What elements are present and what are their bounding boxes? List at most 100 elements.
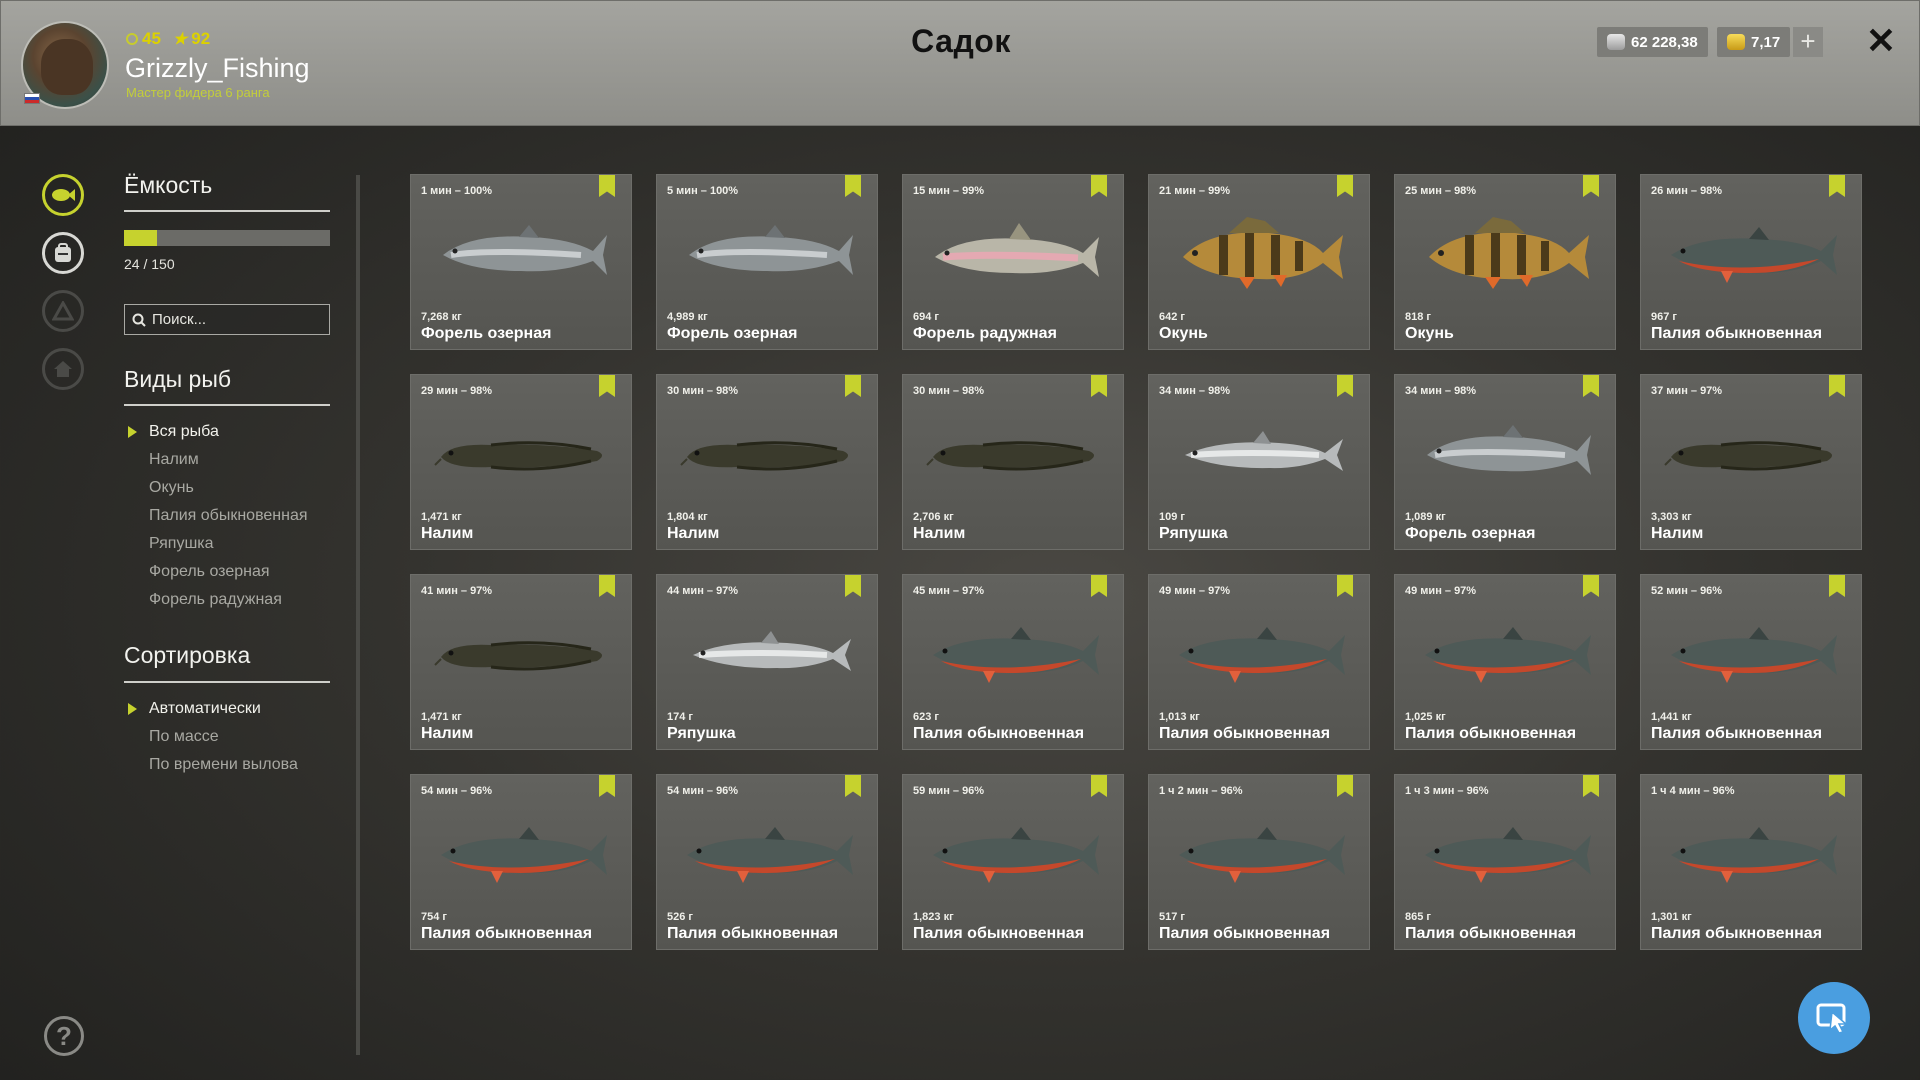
fish-card[interactable]: 54 мин – 96% 754 г Палия обыкновенная xyxy=(410,774,632,950)
fish-icon xyxy=(52,189,75,201)
bookmark-icon[interactable] xyxy=(1091,575,1107,597)
fish-name: Палия обыкновенная xyxy=(913,925,1085,942)
fish-card[interactable]: 49 мин – 97% 1,025 кг Палия обыкновенная xyxy=(1394,574,1616,750)
search-icon xyxy=(132,313,146,327)
bookmark-icon[interactable] xyxy=(1829,575,1845,597)
fish-card[interactable]: 41 мин – 97% 1,471 кг Налим xyxy=(410,574,632,750)
species-item[interactable]: Форель озерная xyxy=(124,558,308,586)
fish-card[interactable]: 44 мин – 97% 174 г Ряпушка xyxy=(656,574,878,750)
species-item[interactable]: Палия обыкновенная xyxy=(124,502,308,530)
capacity-count: 24 / 150 xyxy=(124,256,175,272)
fish-grid: 1 мин – 100% 7,268 кг Форель озерная 5 мин … xyxy=(410,174,1862,950)
catch-time: 15 мин – 99% xyxy=(913,185,985,197)
bookmark-icon[interactable] xyxy=(1583,575,1599,597)
species-item[interactable]: Налим xyxy=(124,446,308,474)
help-button[interactable]: ? xyxy=(44,1016,84,1056)
sort-item[interactable]: По массе xyxy=(124,723,298,751)
fish-name: Палия обыкновенная xyxy=(1405,725,1577,742)
fish-card[interactable]: 1 ч 3 мин – 96% 865 г Палия обыкновенная xyxy=(1394,774,1616,950)
fish-weight: 642 г xyxy=(1159,311,1185,323)
fish-card[interactable]: 49 мин – 97% 1,013 кг Палия обыкновенная xyxy=(1148,574,1370,750)
fish-card[interactable]: 52 мин – 96% 1,441 кг Палия обыкновенная xyxy=(1640,574,1862,750)
close-button[interactable]: ✕ xyxy=(1863,21,1899,61)
search-input[interactable]: Поиск... xyxy=(124,304,330,335)
species-item[interactable]: Вся рыба xyxy=(124,418,308,446)
bookmark-icon[interactable] xyxy=(845,375,861,397)
species-item[interactable]: Ряпушка xyxy=(124,530,308,558)
bookmark-icon[interactable] xyxy=(1829,775,1845,797)
species-item[interactable]: Форель радужная xyxy=(124,586,308,614)
add-currency-button[interactable]: + xyxy=(1793,27,1823,57)
fish-card[interactable]: 5 мин – 100% 4,989 кг Форель озерная xyxy=(656,174,878,350)
bookmark-icon[interactable] xyxy=(845,575,861,597)
bookmark-icon[interactable] xyxy=(845,775,861,797)
fish-weight: 1,471 кг xyxy=(421,511,462,523)
bookmark-icon[interactable] xyxy=(1337,375,1353,397)
bookmark-icon[interactable] xyxy=(1091,775,1107,797)
capacity-title: Ёмкость xyxy=(124,172,213,198)
fish-card[interactable]: 45 мин – 97% 623 г Палия обыкновенная xyxy=(902,574,1124,750)
fish-card[interactable]: 59 мин – 96% 1,823 кг Палия обыкновенная xyxy=(902,774,1124,950)
bookmark-icon[interactable] xyxy=(1337,575,1353,597)
bookmark-icon[interactable] xyxy=(599,775,615,797)
fish-card[interactable]: 34 мин – 98% 109 г Ряпушка xyxy=(1148,374,1370,550)
bookmark-icon[interactable] xyxy=(599,175,615,197)
fish-name: Налим xyxy=(421,725,474,742)
species-filter-list: Вся рыба Налим Окунь Палия обыкновенная Ряпу… xyxy=(124,418,308,614)
fish-card[interactable]: 30 мин – 98% 2,706 кг Налим xyxy=(902,374,1124,550)
bookmark-icon[interactable] xyxy=(845,175,861,197)
species-item[interactable]: Окунь xyxy=(124,474,308,502)
bookmark-icon[interactable] xyxy=(1583,375,1599,397)
cursor-mode-button[interactable] xyxy=(1798,982,1870,1054)
sort-item[interactable]: По времени вылова xyxy=(124,751,298,779)
tent-icon xyxy=(52,301,74,321)
fish-card[interactable]: 25 мин – 98% 818 г Окунь xyxy=(1394,174,1616,350)
bookmark-icon[interactable] xyxy=(1091,175,1107,197)
catch-time: 25 мин – 98% xyxy=(1405,185,1477,197)
fish-weight: 694 г xyxy=(913,311,939,323)
capacity-bar xyxy=(124,230,330,246)
divider xyxy=(124,404,330,406)
fish-card[interactable]: 21 мин – 99% 642 г Окунь xyxy=(1148,174,1370,350)
catch-time: 1 ч 2 мин – 96% xyxy=(1159,785,1243,797)
bookmark-icon[interactable] xyxy=(599,575,615,597)
fish-name: Палия обыкновенная xyxy=(1159,725,1331,742)
backpack-tab[interactable] xyxy=(42,232,84,274)
bookmark-icon[interactable] xyxy=(1829,175,1845,197)
fish-weight: 526 г xyxy=(667,911,693,923)
bookmark-icon[interactable] xyxy=(1337,175,1353,197)
fish-weight: 754 г xyxy=(421,911,447,923)
bookmark-icon[interactable] xyxy=(1091,375,1107,397)
fish-card[interactable]: 1 мин – 100% 7,268 кг Форель озерная xyxy=(410,174,632,350)
fish-card[interactable]: 30 мин – 98% 1,804 кг Налим xyxy=(656,374,878,550)
bookmark-icon[interactable] xyxy=(1583,775,1599,797)
backpack-icon xyxy=(55,243,71,262)
bookmark-icon[interactable] xyxy=(1583,175,1599,197)
fish-card[interactable]: 29 мин – 98% 1,471 кг Налим xyxy=(410,374,632,550)
bookmark-icon[interactable] xyxy=(1829,375,1845,397)
fish-card[interactable]: 54 мин – 96% 526 г Палия обыкновенная xyxy=(656,774,878,950)
divider xyxy=(124,210,330,212)
player-rank: Мастер фидера 6 ранга xyxy=(126,85,270,100)
home-tab[interactable] xyxy=(42,348,84,390)
catch-time: 5 мин – 100% xyxy=(667,185,739,197)
fish-card[interactable]: 15 мин – 99% 694 г Форель радужная xyxy=(902,174,1124,350)
fish-name: Палия обыкновенная xyxy=(913,725,1085,742)
fish-weight: 2,706 кг xyxy=(913,511,954,523)
fish-card[interactable]: 26 мин – 98% 967 г Палия обыкновенная xyxy=(1640,174,1862,350)
fish-name: Форель озерная xyxy=(667,325,798,342)
silver-balance: 62 228,38 xyxy=(1597,27,1708,57)
camp-tab[interactable] xyxy=(42,290,84,332)
fish-name: Палия обыкновенная xyxy=(667,925,839,942)
fish-card[interactable]: 34 мин – 98% 1,089 кг Форель озерная xyxy=(1394,374,1616,550)
fish-name: Налим xyxy=(913,525,966,542)
bookmark-icon[interactable] xyxy=(599,375,615,397)
bookmark-icon[interactable] xyxy=(1337,775,1353,797)
fish-card[interactable]: 1 ч 4 мин – 96% 1,301 кг Палия обыкновенна… xyxy=(1640,774,1862,950)
fish-card[interactable]: 1 ч 2 мин – 96% 517 г Палия обыкновенная xyxy=(1148,774,1370,950)
fish-card[interactable]: 37 мин – 97% 3,303 кг Налим xyxy=(1640,374,1862,550)
fish-name: Окунь xyxy=(1405,325,1454,342)
sort-item[interactable]: Автоматически xyxy=(124,695,298,723)
fish-weight: 174 г xyxy=(667,711,693,723)
keepnet-tab[interactable] xyxy=(42,174,84,216)
